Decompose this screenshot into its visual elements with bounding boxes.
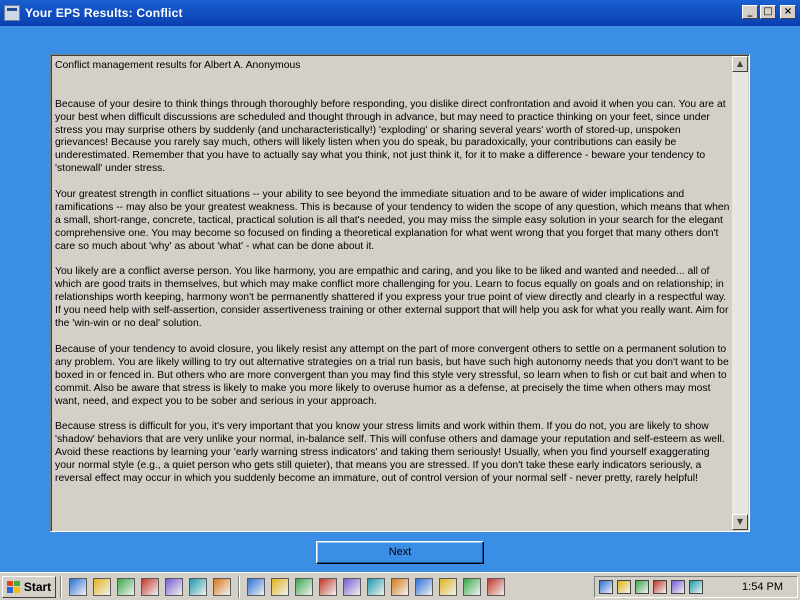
start-label: Start — [23, 579, 52, 594]
internet-explorer-icon[interactable] — [93, 577, 111, 596]
results-paragraph: Because of your desire to think things t… — [55, 98, 726, 175]
windows-logo-icon — [6, 580, 21, 593]
show-desktop-icon[interactable] — [69, 577, 87, 596]
quick-launch — [66, 577, 234, 596]
minimize-button[interactable]: _ — [742, 5, 758, 19]
app-window-icon[interactable] — [415, 577, 433, 596]
app-window-icon[interactable] — [367, 577, 385, 596]
task-buttons — [244, 577, 508, 596]
info-icon[interactable] — [671, 580, 685, 594]
chain-icon[interactable] — [295, 577, 313, 596]
app-window-icon[interactable] — [343, 577, 361, 596]
app-window-icon[interactable] — [439, 577, 457, 596]
start-button[interactable]: Start — [2, 575, 56, 598]
scroll-up-button[interactable]: ▲ — [732, 56, 748, 72]
volume-icon[interactable] — [599, 580, 613, 594]
monitor-icon[interactable] — [635, 580, 649, 594]
app-window-icon[interactable] — [391, 577, 409, 596]
taskbar-separator — [60, 575, 62, 598]
window-controls: _ □ × — [742, 5, 796, 19]
results-paragraph: Because stress is difficult for you, it'… — [55, 421, 725, 484]
window-title: Your EPS Results: Conflict — [25, 6, 183, 20]
close-button[interactable]: × — [780, 5, 796, 19]
results-paragraph: Because of your tendency to avoid closur… — [55, 343, 729, 407]
taskbar-separator — [238, 575, 240, 598]
cursor-app-icon[interactable] — [189, 577, 207, 596]
explorer-icon[interactable] — [247, 577, 265, 596]
clock: 1:54 PM — [742, 581, 783, 593]
window-client-area: Conflict management results for Albert A… — [0, 26, 800, 572]
grid-app-icon[interactable] — [141, 577, 159, 596]
system-tray: 1:54 PM — [594, 576, 798, 598]
display-icon[interactable] — [689, 580, 703, 594]
results-header: Conflict management results for Albert A… — [55, 60, 301, 71]
next-button[interactable]: Next — [316, 541, 484, 564]
maximize-button[interactable]: □ — [760, 5, 776, 19]
media-app-icon[interactable] — [213, 577, 231, 596]
results-paragraph: Your greatest strength in conflict situa… — [55, 189, 730, 252]
network-tray-icon[interactable] — [617, 580, 631, 594]
vertical-scrollbar[interactable]: ▲ ▼ — [732, 56, 748, 530]
network-icon[interactable] — [117, 577, 135, 596]
results-text-box[interactable]: Conflict management results for Albert A… — [50, 54, 750, 532]
title-bar: Your EPS Results: Conflict _ □ × — [0, 0, 800, 26]
app-window-icon — [4, 5, 20, 21]
app-window-icon[interactable] — [487, 577, 505, 596]
tool-icon[interactable] — [165, 577, 183, 596]
printer-icon[interactable] — [653, 580, 667, 594]
results-paragraph: You likely are a conflict averse person.… — [55, 266, 729, 330]
results-text: Conflict management results for Albert A… — [54, 58, 732, 528]
app-window-icon[interactable] — [463, 577, 481, 596]
word-icon[interactable] — [319, 577, 337, 596]
taskbar: Start 1:54 PM — [0, 572, 800, 600]
search-icon[interactable] — [271, 577, 289, 596]
scroll-down-button[interactable]: ▼ — [732, 514, 748, 530]
